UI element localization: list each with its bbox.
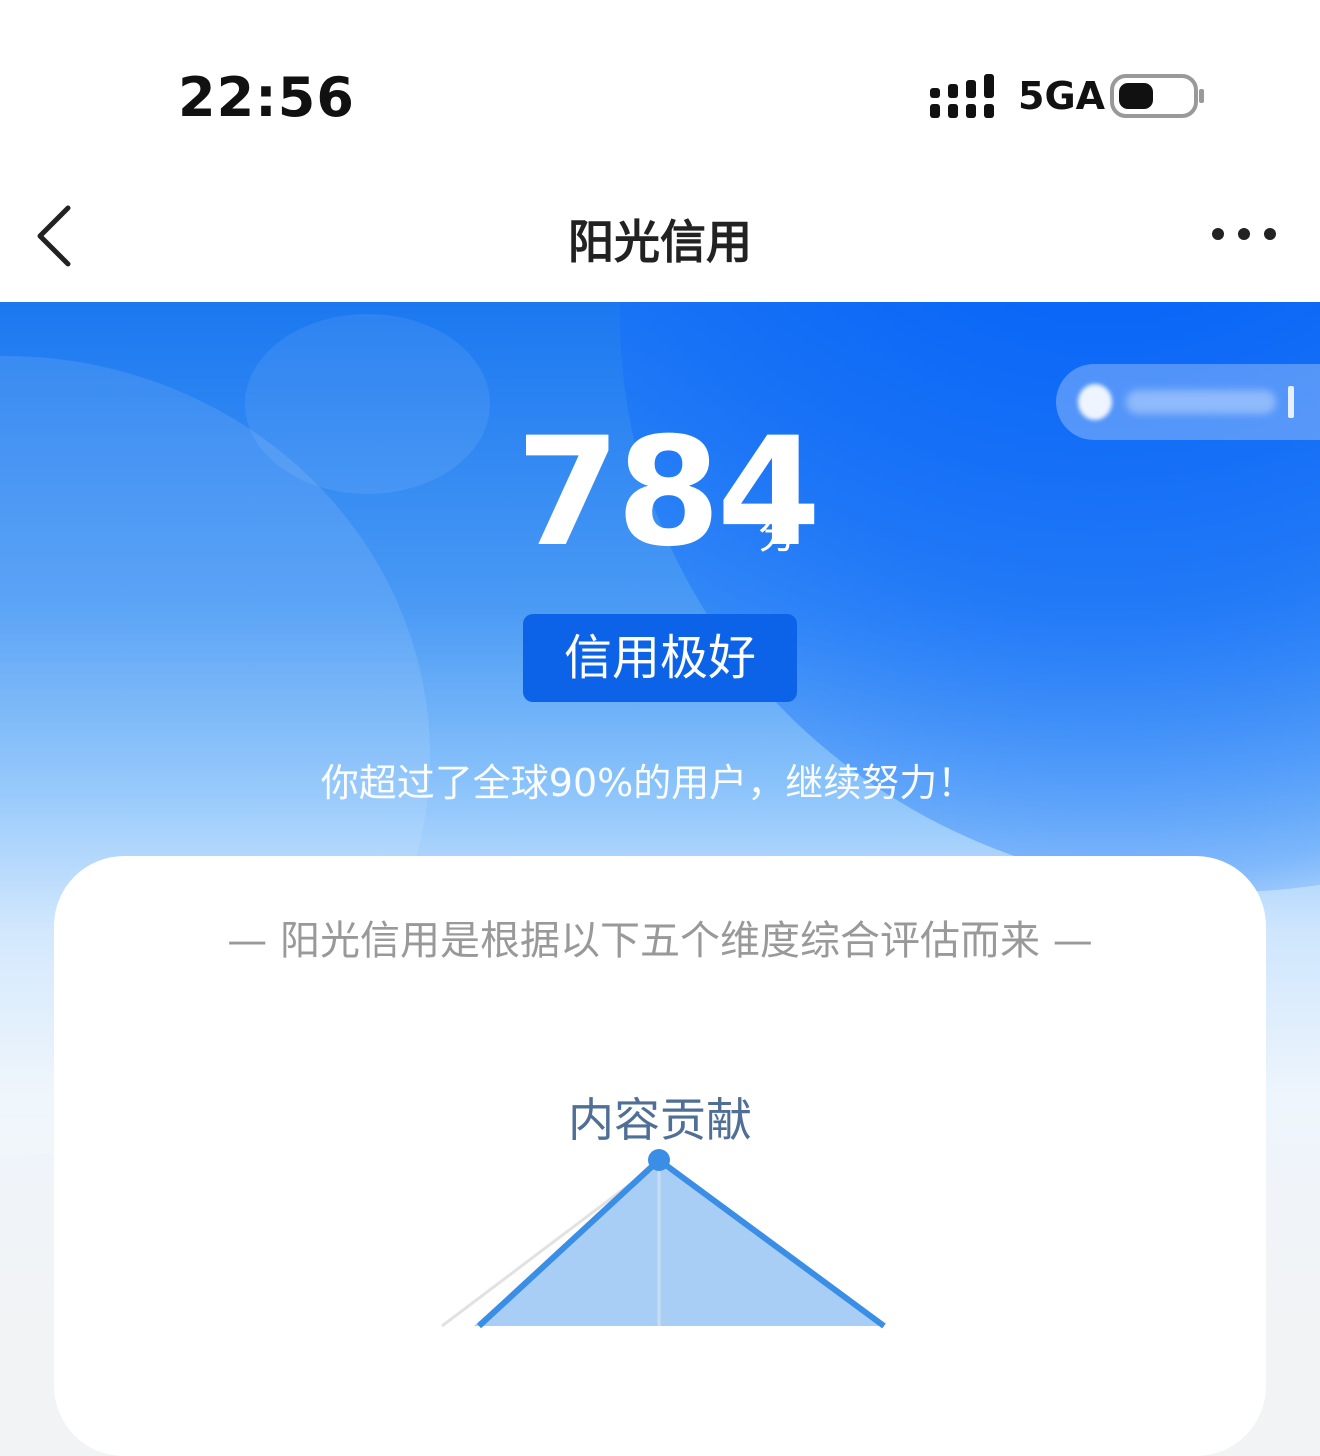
- credit-level-badge[interactable]: 信用极好: [523, 614, 797, 702]
- dimension-label-content-contribution: 内容贡献: [568, 1093, 752, 1147]
- network-label: 5GA: [1018, 74, 1106, 118]
- radar-area: [474, 1160, 884, 1326]
- blurred-username: [1126, 390, 1276, 414]
- status-time: 22:56: [178, 66, 355, 129]
- page-title: 阳光信用: [568, 215, 752, 269]
- radar-chart: [441, 1149, 886, 1329]
- dimension-card: — 阳光信用是根据以下五个维度综合评估而来 — 内容贡献: [54, 856, 1266, 1456]
- radar-point: [648, 1149, 670, 1171]
- user-profile-pill[interactable]: [1056, 364, 1320, 440]
- more-dots-icon[interactable]: [1208, 224, 1280, 244]
- battery-icon: [1110, 74, 1204, 118]
- signal-bars-icon: [930, 74, 994, 118]
- decorative-blob: [245, 314, 490, 494]
- status-bar: 22:56 5GA: [0, 0, 1320, 180]
- chevron-right-icon: [1288, 386, 1294, 418]
- rank-text: 你超过了全球90%的用户，继续努力！: [320, 761, 976, 805]
- nav-bar: 阳光信用: [0, 180, 1320, 302]
- credit-score-unit: 分: [758, 512, 798, 558]
- avatar: [1078, 384, 1112, 420]
